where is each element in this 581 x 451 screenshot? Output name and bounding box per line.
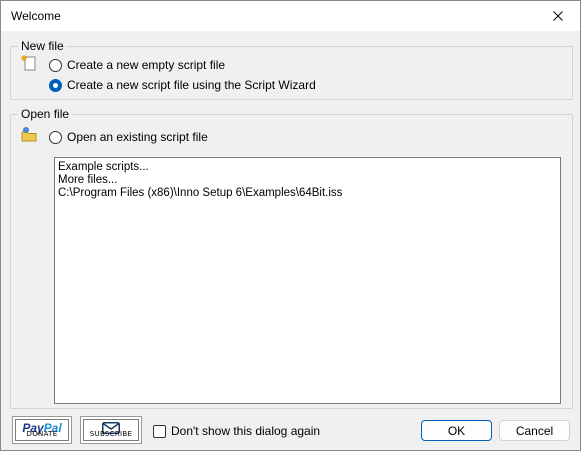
cancel-button[interactable]: Cancel — [499, 420, 570, 441]
open-existing-radio[interactable] — [49, 130, 62, 144]
open-file-legend: Open file — [18, 107, 73, 121]
create-wizard-option[interactable]: Create a new script file using the Scrip… — [49, 77, 316, 93]
ok-label: OK — [447, 423, 466, 438]
open-existing-label: Open an existing script file — [67, 130, 208, 144]
create-empty-label: Create a new empty script file — [67, 58, 226, 72]
create-empty-option[interactable]: Create a new empty script file — [49, 57, 225, 73]
dont-show-option[interactable]: Don't show this dialog again — [153, 423, 320, 439]
dont-show-checkbox[interactable] — [153, 424, 166, 438]
subscribe-caption: SUBSCRIBE — [89, 430, 133, 438]
ok-button[interactable]: OK — [421, 420, 492, 441]
subscribe-button[interactable]: SUBSCRIBE — [80, 416, 142, 444]
new-file-icon — [20, 54, 38, 75]
open-file-group: Open file Example scripts... More files.… — [10, 107, 573, 409]
close-button[interactable] — [536, 1, 580, 31]
close-icon — [553, 11, 563, 21]
window-title: Welcome — [11, 9, 61, 23]
recent-files-list[interactable]: Example scripts... More files... C:\Prog… — [54, 157, 561, 404]
list-item[interactable]: C:\Program Files (x86)\Inno Setup 6\Exam… — [55, 187, 560, 200]
create-wizard-label: Create a new script file using the Scrip… — [67, 78, 316, 92]
donate-caption: DONATE — [26, 430, 58, 438]
list-item[interactable]: Example scripts... — [55, 161, 560, 174]
list-item[interactable]: More files... — [55, 174, 560, 187]
subscribe-badge-frame: SUBSCRIBE — [83, 419, 139, 441]
dont-show-label: Don't show this dialog again — [171, 424, 321, 438]
welcome-dialog: Welcome New file Create a new empty scri… — [0, 0, 581, 451]
open-folder-icon — [20, 126, 38, 147]
create-empty-radio[interactable] — [49, 58, 62, 72]
paypal-donate-button[interactable]: PayPal DONATE — [12, 416, 72, 444]
open-existing-option[interactable]: Open an existing script file — [49, 129, 208, 145]
title-bar: Welcome — [1, 1, 580, 31]
create-wizard-radio[interactable] — [49, 78, 62, 92]
paypal-badge-frame: PayPal DONATE — [15, 419, 69, 441]
new-file-legend: New file — [18, 39, 67, 53]
cancel-label: Cancel — [515, 423, 554, 438]
